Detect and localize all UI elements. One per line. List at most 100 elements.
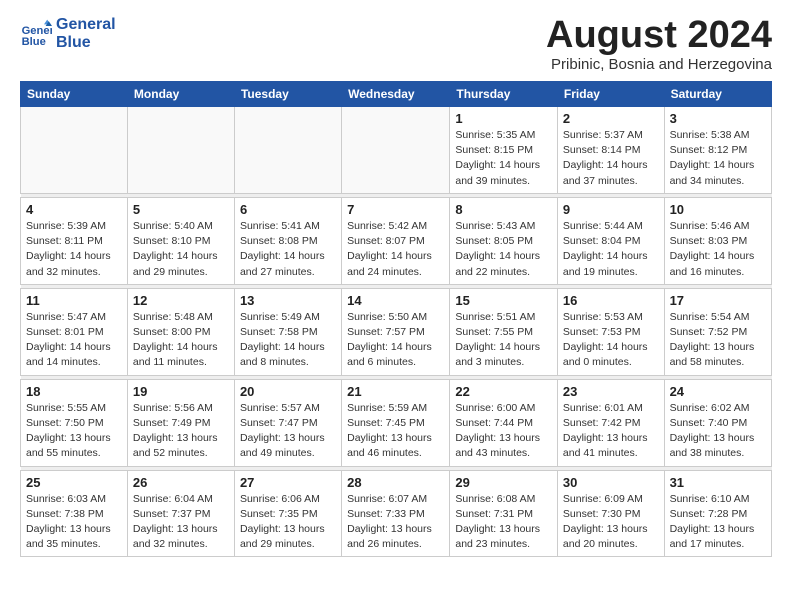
day-info: Sunrise: 5:53 AM Sunset: 7:53 PM Dayligh… xyxy=(563,310,659,371)
weekday-header-monday: Monday xyxy=(127,82,234,107)
calendar-cell: 1Sunrise: 5:35 AM Sunset: 8:15 PM Daylig… xyxy=(450,107,558,194)
day-info: Sunrise: 5:49 AM Sunset: 7:58 PM Dayligh… xyxy=(240,310,336,371)
day-number: 30 xyxy=(563,475,659,490)
weekday-header-row: SundayMondayTuesdayWednesdayThursdayFrid… xyxy=(21,82,772,107)
calendar-cell: 17Sunrise: 5:54 AM Sunset: 7:52 PM Dayli… xyxy=(664,288,771,375)
calendar-cell: 12 Sunrise: 5:48 AM Sunset: 8:00 PM Dayli… xyxy=(127,288,234,375)
day-info: Sunrise: 6:01 AM Sunset: 7:42 PM Dayligh… xyxy=(563,401,659,462)
day-number: 21 xyxy=(347,384,444,399)
day-number: 4 xyxy=(26,202,122,217)
calendar-cell: 30 Sunrise: 6:09 AM Sunset: 7:30 PM Dayli… xyxy=(557,470,664,557)
day-number: 28 xyxy=(347,475,444,490)
calendar-cell: 3 Sunrise: 5:38 AM Sunset: 8:12 PM Daylig… xyxy=(664,107,771,194)
day-info: Sunrise: 5:41 AM Sunset: 8:08 PM Dayligh… xyxy=(240,219,336,280)
calendar-cell: 2 Sunrise: 5:37 AM Sunset: 8:14 PM Daylig… xyxy=(557,107,664,194)
calendar-cell: 20Sunrise: 5:57 AM Sunset: 7:47 PM Dayli… xyxy=(234,379,341,466)
calendar-table: SundayMondayTuesdayWednesdayThursdayFrid… xyxy=(20,81,772,557)
calendar-cell: 21 Sunrise: 5:59 AM Sunset: 7:45 PM Dayli… xyxy=(342,379,450,466)
calendar-cell: 7 Sunrise: 5:42 AM Sunset: 8:07 PM Daylig… xyxy=(342,197,450,284)
page-header: General Blue General Blue August 2024 Pr… xyxy=(20,16,772,73)
calendar-cell: 22 Sunrise: 6:00 AM Sunset: 7:44 PM Dayli… xyxy=(450,379,558,466)
day-info: Sunrise: 5:40 AM Sunset: 8:10 PM Dayligh… xyxy=(133,219,229,280)
day-info: Sunrise: 5:43 AM Sunset: 8:05 PM Dayligh… xyxy=(455,219,552,280)
calendar-week-2: 4 Sunrise: 5:39 AM Sunset: 8:11 PM Daylig… xyxy=(21,197,772,284)
day-number: 3 xyxy=(670,111,766,126)
weekday-header-saturday: Saturday xyxy=(664,82,771,107)
day-number: 11 xyxy=(26,293,122,308)
day-info: Sunrise: 5:37 AM Sunset: 8:14 PM Dayligh… xyxy=(563,128,659,189)
day-info: Sunrise: 5:39 AM Sunset: 8:11 PM Dayligh… xyxy=(26,219,122,280)
calendar-cell: 6 Sunrise: 5:41 AM Sunset: 8:08 PM Daylig… xyxy=(234,197,341,284)
weekday-header-friday: Friday xyxy=(557,82,664,107)
weekday-header-thursday: Thursday xyxy=(450,82,558,107)
calendar-cell: 26Sunrise: 6:04 AM Sunset: 7:37 PM Dayli… xyxy=(127,470,234,557)
day-number: 8 xyxy=(455,202,552,217)
day-number: 22 xyxy=(455,384,552,399)
day-info: Sunrise: 6:06 AM Sunset: 7:35 PM Dayligh… xyxy=(240,492,336,553)
day-number: 17 xyxy=(670,293,766,308)
calendar-week-5: 25Sunrise: 6:03 AM Sunset: 7:38 PM Dayli… xyxy=(21,470,772,557)
logo-icon: General Blue xyxy=(20,18,52,50)
calendar-cell: 8 Sunrise: 5:43 AM Sunset: 8:05 PM Daylig… xyxy=(450,197,558,284)
day-number: 31 xyxy=(670,475,766,490)
day-number: 18 xyxy=(26,384,122,399)
title-block: August 2024 Pribinic, Bosnia and Herzego… xyxy=(546,16,772,73)
calendar-week-3: 11 Sunrise: 5:47 AM Sunset: 8:01 PM Dayli… xyxy=(21,288,772,375)
day-info: Sunrise: 5:48 AM Sunset: 8:00 PM Dayligh… xyxy=(133,310,229,371)
calendar-cell: 19 Sunrise: 5:56 AM Sunset: 7:49 PM Dayli… xyxy=(127,379,234,466)
calendar-cell xyxy=(127,107,234,194)
day-number: 13 xyxy=(240,293,336,308)
day-number: 24 xyxy=(670,384,766,399)
day-number: 7 xyxy=(347,202,444,217)
logo-general: General xyxy=(56,16,116,34)
calendar-cell: 29Sunrise: 6:08 AM Sunset: 7:31 PM Dayli… xyxy=(450,470,558,557)
calendar-cell: 4 Sunrise: 5:39 AM Sunset: 8:11 PM Daylig… xyxy=(21,197,128,284)
day-info: Sunrise: 5:50 AM Sunset: 7:57 PM Dayligh… xyxy=(347,310,444,371)
calendar-week-4: 18 Sunrise: 5:55 AM Sunset: 7:50 PM Dayli… xyxy=(21,379,772,466)
day-info: Sunrise: 6:08 AM Sunset: 7:31 PM Dayligh… xyxy=(455,492,552,553)
day-number: 2 xyxy=(563,111,659,126)
day-info: Sunrise: 6:02 AM Sunset: 7:40 PM Dayligh… xyxy=(670,401,766,462)
day-info: Sunrise: 5:57 AM Sunset: 7:47 PM Dayligh… xyxy=(240,401,336,462)
day-number: 15 xyxy=(455,293,552,308)
day-number: 23 xyxy=(563,384,659,399)
calendar-cell: 13 Sunrise: 5:49 AM Sunset: 7:58 PM Dayli… xyxy=(234,288,341,375)
calendar-cell xyxy=(342,107,450,194)
day-number: 16 xyxy=(563,293,659,308)
calendar-cell: 23 Sunrise: 6:01 AM Sunset: 7:42 PM Dayli… xyxy=(557,379,664,466)
calendar-cell: 25Sunrise: 6:03 AM Sunset: 7:38 PM Dayli… xyxy=(21,470,128,557)
calendar-cell: 31Sunrise: 6:10 AM Sunset: 7:28 PM Dayli… xyxy=(664,470,771,557)
day-info: Sunrise: 6:07 AM Sunset: 7:33 PM Dayligh… xyxy=(347,492,444,553)
day-number: 6 xyxy=(240,202,336,217)
calendar-cell: 11 Sunrise: 5:47 AM Sunset: 8:01 PM Dayli… xyxy=(21,288,128,375)
svg-text:Blue: Blue xyxy=(22,36,46,48)
calendar-cell: 24 Sunrise: 6:02 AM Sunset: 7:40 PM Dayli… xyxy=(664,379,771,466)
day-number: 27 xyxy=(240,475,336,490)
day-info: Sunrise: 5:42 AM Sunset: 8:07 PM Dayligh… xyxy=(347,219,444,280)
logo: General Blue General Blue xyxy=(20,16,116,51)
calendar-cell: 27 Sunrise: 6:06 AM Sunset: 7:35 PM Dayli… xyxy=(234,470,341,557)
day-info: Sunrise: 6:04 AM Sunset: 7:37 PM Dayligh… xyxy=(133,492,229,553)
day-info: Sunrise: 5:59 AM Sunset: 7:45 PM Dayligh… xyxy=(347,401,444,462)
calendar-week-1: 1Sunrise: 5:35 AM Sunset: 8:15 PM Daylig… xyxy=(21,107,772,194)
day-info: Sunrise: 5:51 AM Sunset: 7:55 PM Dayligh… xyxy=(455,310,552,371)
weekday-header-wednesday: Wednesday xyxy=(342,82,450,107)
calendar-cell: 16 Sunrise: 5:53 AM Sunset: 7:53 PM Dayli… xyxy=(557,288,664,375)
day-info: Sunrise: 5:35 AM Sunset: 8:15 PM Dayligh… xyxy=(455,128,552,189)
day-number: 12 xyxy=(133,293,229,308)
day-info: Sunrise: 5:47 AM Sunset: 8:01 PM Dayligh… xyxy=(26,310,122,371)
day-info: Sunrise: 5:55 AM Sunset: 7:50 PM Dayligh… xyxy=(26,401,122,462)
day-info: Sunrise: 6:09 AM Sunset: 7:30 PM Dayligh… xyxy=(563,492,659,553)
day-info: Sunrise: 5:56 AM Sunset: 7:49 PM Dayligh… xyxy=(133,401,229,462)
day-number: 9 xyxy=(563,202,659,217)
calendar-cell: 9Sunrise: 5:44 AM Sunset: 8:04 PM Daylig… xyxy=(557,197,664,284)
day-number: 19 xyxy=(133,384,229,399)
location-subtitle: Pribinic, Bosnia and Herzegovina xyxy=(546,56,772,73)
logo-blue: Blue xyxy=(56,34,116,52)
day-info: Sunrise: 6:00 AM Sunset: 7:44 PM Dayligh… xyxy=(455,401,552,462)
svg-text:General: General xyxy=(22,25,52,37)
day-info: Sunrise: 5:38 AM Sunset: 8:12 PM Dayligh… xyxy=(670,128,766,189)
calendar-cell: 14Sunrise: 5:50 AM Sunset: 7:57 PM Dayli… xyxy=(342,288,450,375)
day-info: Sunrise: 5:46 AM Sunset: 8:03 PM Dayligh… xyxy=(670,219,766,280)
weekday-header-tuesday: Tuesday xyxy=(234,82,341,107)
